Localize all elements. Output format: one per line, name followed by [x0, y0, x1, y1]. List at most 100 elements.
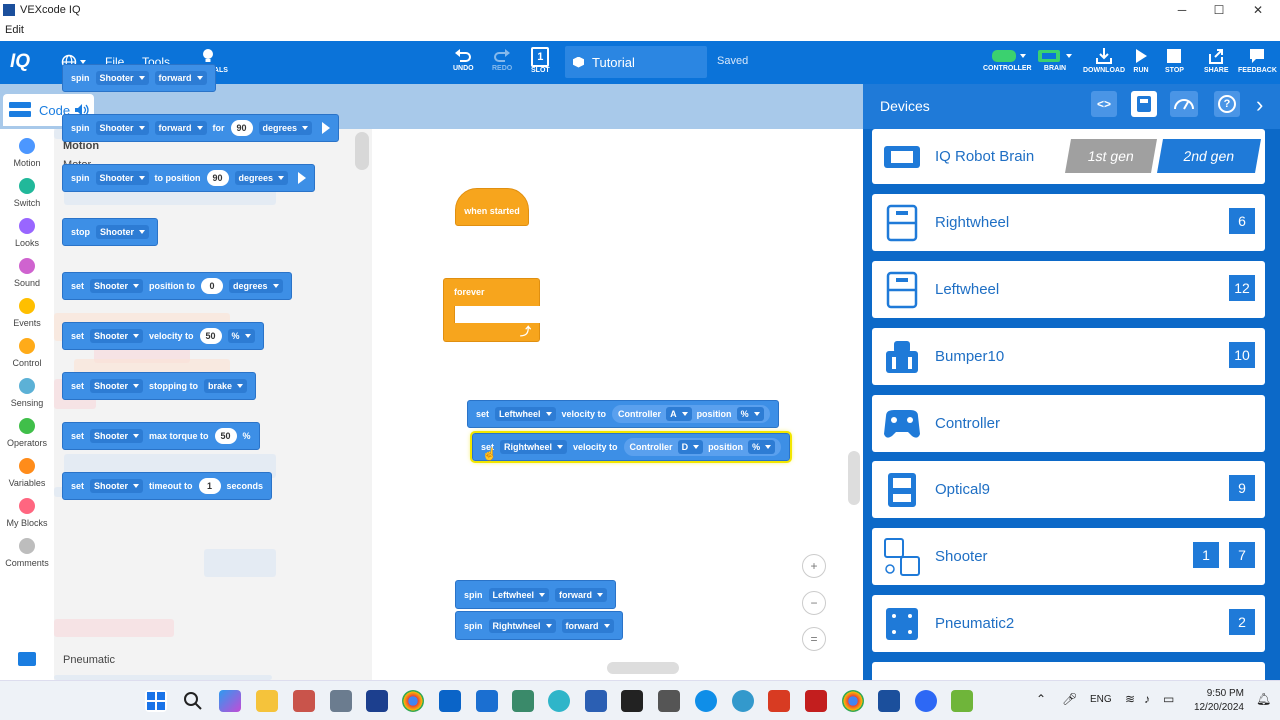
direction-dropdown[interactable]: forward — [154, 71, 207, 85]
app-icon[interactable] — [951, 690, 973, 712]
gen2-button[interactable]: 2nd gen — [1157, 139, 1261, 173]
redo-button[interactable]: REDO — [492, 47, 512, 72]
unit-dropdown[interactable]: % — [227, 329, 255, 343]
palette-block-set-timeout-to[interactable]: set Shooter timeout to 1 seconds — [62, 472, 273, 500]
terminal-icon[interactable] — [621, 690, 643, 712]
zoom-icon[interactable] — [915, 690, 937, 712]
palette-scrollbar[interactable] — [355, 132, 369, 170]
device-card-bumper10[interactable]: Bumper10 10 — [872, 328, 1265, 385]
chrome-icon[interactable] — [842, 690, 864, 712]
device-dropdown[interactable]: Shooter — [96, 225, 150, 239]
run-button[interactable]: RUN — [1133, 47, 1149, 74]
tray-chevron-icon[interactable]: ⌃ — [1036, 692, 1046, 706]
copilot-icon[interactable] — [219, 690, 241, 712]
volume-icon[interactable]: ♪ — [1144, 692, 1150, 706]
palette-block-spin-for[interactable]: spin Shooter forward for 90 degrees — [62, 114, 340, 142]
category-motion[interactable]: Motion — [0, 138, 54, 168]
collapse-panel-icon[interactable]: › — [1256, 92, 1263, 118]
app-icon[interactable] — [732, 690, 754, 712]
run-block-play-icon[interactable] — [322, 122, 331, 134]
device-card-controller[interactable]: Controller — [872, 395, 1265, 452]
direction-dropdown[interactable]: forward — [154, 121, 207, 135]
device-card-leftwheel[interactable]: Leftwheel 12 — [872, 261, 1265, 318]
axis-dropdown[interactable]: A — [666, 407, 692, 421]
edge-icon[interactable] — [548, 690, 570, 712]
zoom-reset-button[interactable]: = — [802, 627, 826, 651]
feedback-button[interactable]: FEEDBACK — [1238, 47, 1277, 74]
zoom-in-button[interactable]: + — [802, 554, 826, 578]
value-input[interactable]: 1 — [198, 478, 221, 494]
set-rightwheel-velocity-block[interactable]: set Rightwheel velocity to Controller Dposit… — [469, 431, 793, 463]
device-dropdown[interactable]: Rightwheel — [488, 618, 556, 633]
controller-button[interactable]: CONTROLLER — [983, 49, 1032, 72]
chrome-icon[interactable] — [402, 690, 424, 712]
device-card-optical9[interactable]: Optical9 9 — [872, 461, 1265, 518]
acrobat-icon[interactable] — [805, 690, 827, 712]
close-window-button[interactable]: ✕ — [1238, 0, 1278, 20]
category-looks[interactable]: Looks — [0, 218, 54, 248]
category-operators[interactable]: Operators — [0, 418, 54, 448]
undo-button[interactable]: UNDO — [453, 47, 474, 72]
extensions-icon[interactable] — [18, 652, 36, 666]
clock-date[interactable]: 12/20/2024 — [1188, 702, 1244, 713]
project-name-field[interactable]: Tutorial — [565, 46, 707, 78]
value-input[interactable]: 90 — [206, 170, 229, 186]
unit-dropdown[interactable]: degrees — [229, 279, 283, 293]
value-input[interactable]: 90 — [230, 120, 253, 136]
start-icon[interactable] — [145, 690, 167, 712]
category-my-blocks[interactable]: My Blocks — [0, 498, 54, 528]
file-explorer-icon[interactable] — [256, 690, 278, 712]
device-card-pneumatic2[interactable]: Pneumatic2 2 — [872, 595, 1265, 652]
vertical-scrollbar[interactable] — [848, 451, 860, 505]
app-icon[interactable] — [476, 690, 498, 712]
axis-dropdown[interactable]: D — [677, 440, 704, 454]
direction-dropdown[interactable]: forward — [555, 587, 608, 602]
set-leftwheel-velocity-block[interactable]: set Leftwheel velocity to Controller Apositi… — [467, 400, 779, 428]
palette-block-set-velocity-to[interactable]: set Shooter velocity to 50% — [62, 322, 264, 350]
device-dropdown[interactable]: Shooter — [95, 121, 149, 135]
clock-time[interactable]: 9:50 PM — [1192, 688, 1244, 699]
device-dropdown[interactable]: Shooter — [90, 429, 144, 443]
when-started-block[interactable]: when started — [455, 188, 529, 226]
category-events[interactable]: Events — [0, 298, 54, 328]
maximize-button[interactable]: ☐ — [1199, 0, 1239, 20]
spin-leftwheel-block[interactable]: spin Leftwheel forward — [455, 580, 617, 609]
gen1-button[interactable]: 1st gen — [1065, 139, 1157, 173]
calculator-icon[interactable] — [330, 690, 352, 712]
palette-block-set-position-to[interactable]: set Shooter position to 0 degrees — [62, 272, 292, 300]
slot-button[interactable]: 1 SLOT — [531, 47, 550, 74]
app-icon[interactable] — [512, 690, 534, 712]
category-switch[interactable]: Switch — [0, 178, 54, 208]
app-icon[interactable] — [768, 690, 790, 712]
palette-block-stop-basic[interactable]: stop Shooter — [62, 218, 159, 246]
spin-rightwheel-block[interactable]: spin Rightwheel forward — [455, 611, 623, 640]
category-variables[interactable]: Variables — [0, 458, 54, 488]
category-control[interactable]: Control — [0, 338, 54, 368]
horizontal-scrollbar[interactable] — [607, 662, 679, 674]
category-sensing[interactable]: Sensing — [0, 378, 54, 408]
device-card-brain[interactable]: IQ Robot Brain 1st gen 2nd gen — [872, 129, 1265, 184]
run-block-play-icon[interactable] — [298, 172, 307, 184]
palette-block-spin-basic[interactable]: spin Shooter forward — [62, 64, 216, 92]
word-icon[interactable] — [585, 690, 607, 712]
devices-view-button[interactable] — [1131, 91, 1157, 117]
zoom-out-button[interactable]: − — [802, 591, 826, 615]
code-workspace[interactable]: when started forever ⤴ set Leftwheel veloc… — [372, 129, 863, 680]
device-dropdown[interactable]: Shooter — [95, 171, 149, 185]
unit-dropdown[interactable]: degrees — [234, 171, 289, 185]
device-dropdown[interactable]: Shooter — [95, 71, 149, 85]
camera-icon[interactable] — [658, 690, 680, 712]
controller-position-reporter[interactable]: Controller Aposition% — [612, 405, 770, 423]
device-dropdown[interactable]: Leftwheel — [495, 407, 556, 421]
share-button[interactable]: SHARE — [1204, 47, 1229, 74]
brain-button[interactable]: BRAIN — [1036, 49, 1074, 72]
palette-block-set-max-torque-to[interactable]: set Shooter max torque to 50% — [62, 422, 260, 450]
device-dropdown[interactable]: Leftwheel — [488, 587, 550, 602]
category-sound[interactable]: Sound — [0, 258, 54, 288]
direction-dropdown[interactable]: forward — [561, 618, 614, 633]
stopping-mode-dropdown[interactable]: brake — [204, 379, 248, 393]
help-button[interactable]: ? — [1214, 91, 1240, 117]
unit-dropdown[interactable]: % — [736, 407, 764, 421]
mail-icon[interactable] — [366, 690, 388, 712]
vexcode-icon[interactable] — [878, 690, 900, 712]
